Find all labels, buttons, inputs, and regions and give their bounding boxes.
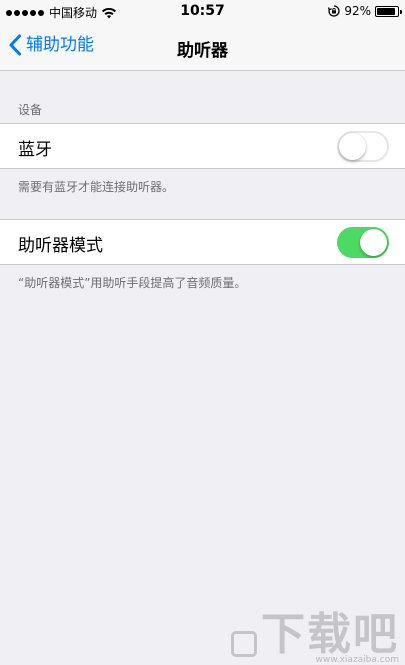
section-header-devices: 设备	[18, 103, 43, 117]
hearing-aid-mode-row: 助听器模式	[0, 219, 405, 265]
battery-icon	[375, 5, 402, 17]
bluetooth-footer-note: 需要有蓝牙才能连接助听器。	[18, 180, 175, 194]
back-label: 辅助功能	[26, 35, 94, 55]
back-button[interactable]: 辅助功能	[8, 32, 94, 58]
toggle-knob	[339, 133, 366, 160]
battery-fill	[377, 7, 395, 15]
status-right: 92%	[328, 4, 402, 18]
watermark-icon	[231, 631, 257, 657]
battery-percent: 92%	[344, 4, 371, 18]
watermark-text: 下载吧	[261, 609, 399, 660]
bluetooth-row: 蓝牙	[0, 123, 405, 169]
navigation-bar: 辅助功能 助听器	[0, 24, 405, 71]
hearing-aid-mode-toggle[interactable]	[337, 227, 389, 258]
rotation-lock-icon	[328, 5, 340, 17]
bluetooth-label: 蓝牙	[18, 140, 52, 160]
hearing-aid-mode-label: 助听器模式	[18, 236, 103, 256]
watermark-logo: 下载吧	[231, 613, 399, 657]
battery-cap	[400, 9, 402, 14]
bluetooth-toggle[interactable]	[337, 131, 389, 162]
status-bar: 中国移动 10:57 92%	[0, 0, 405, 24]
chevron-left-icon	[9, 34, 21, 56]
hearing-aid-mode-footer-note: “助听器模式”用助听手段提高了音频质量。	[18, 276, 247, 290]
watermark-url: www.xiazaiba.com	[315, 655, 399, 665]
toggle-knob	[360, 229, 387, 256]
